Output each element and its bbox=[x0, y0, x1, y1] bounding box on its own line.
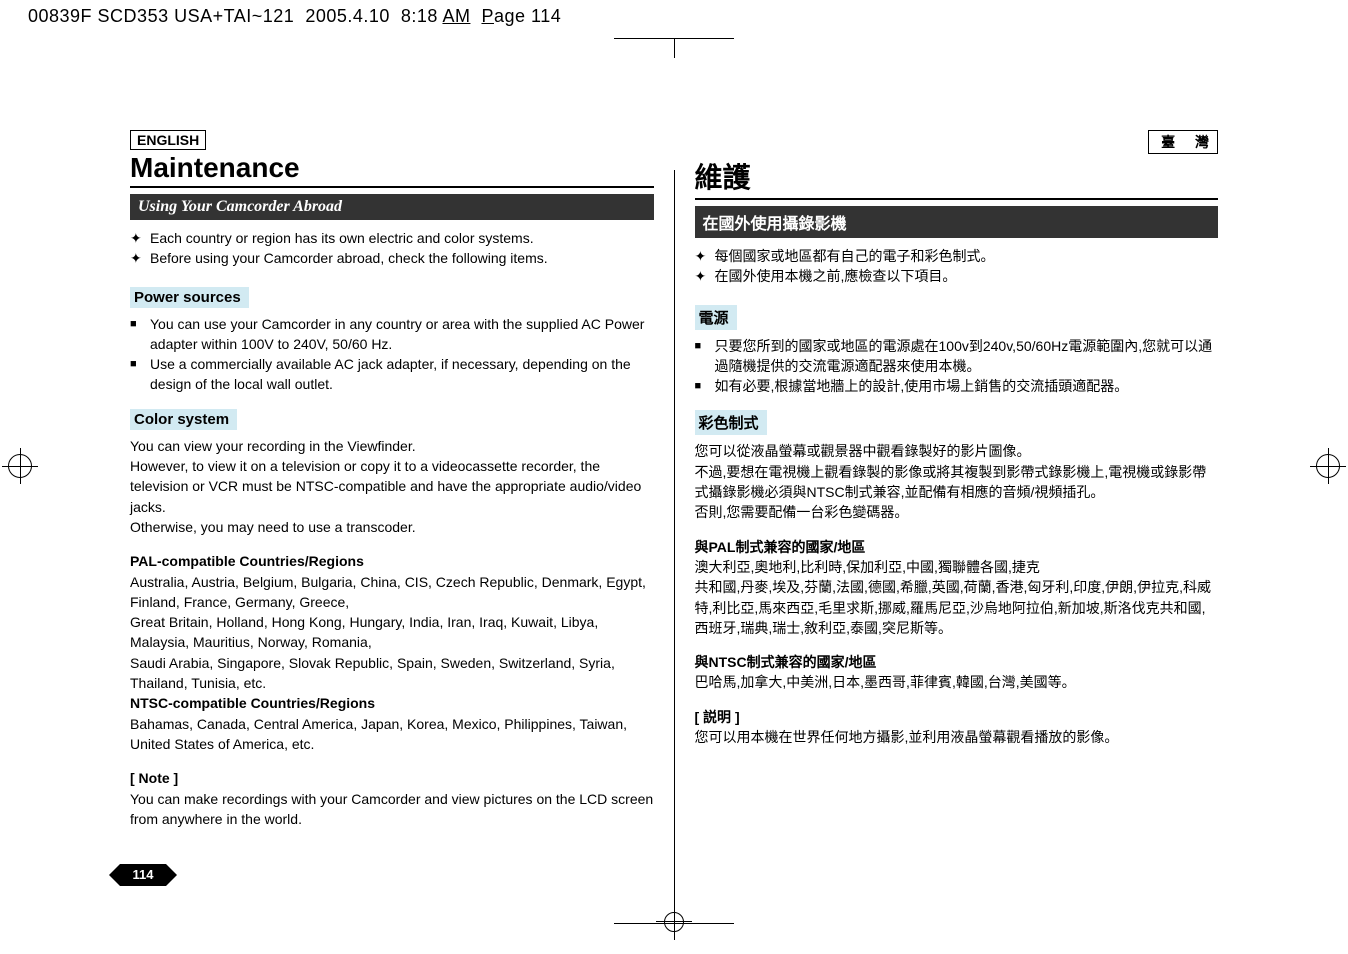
page: 00839F SCD353 USA+TAI~121 2005.4.10 8:18… bbox=[0, 0, 1348, 954]
subsection-title-chinese: 在國外使用攝錄影機 bbox=[695, 206, 1219, 238]
pal-block-chinese: 與PAL制式兼容的國家/地區 澳大利亞,奧地利,比利時,保加利亞,中國,獨聯體各… bbox=[695, 537, 1219, 638]
pal-heading-chinese: 與PAL制式兼容的國家/地區 bbox=[695, 537, 1219, 557]
note-heading-chinese: [ 説明 ] bbox=[695, 707, 1219, 727]
color-para-chinese: 您可以從液晶螢幕或觀景器中觀看錄製好的影片圖像。 不過,要想在電視機上觀看錄製的… bbox=[695, 441, 1219, 522]
power-item: 如有必要,根據當地牆上的設計,使用市場上銷售的交流插頭適配器。 bbox=[695, 376, 1219, 396]
column-chinese: 臺 灣 維護 在國外使用攝錄影機 每個國家或地區都有自己的電子和彩色制式。 在國… bbox=[675, 130, 1219, 904]
power-item: 只要您所到的國家或地區的電源處在100v到240v,50/60Hz電源範圍內,您… bbox=[695, 336, 1219, 377]
print-header: 00839F SCD353 USA+TAI~121 2005.4.10 8:18… bbox=[28, 6, 561, 27]
ntsc-heading-english: NTSC-compatible Countries/Regions bbox=[130, 693, 654, 713]
intro-item: Before using your Camcorder abroad, chec… bbox=[130, 248, 654, 268]
pal-heading-english: PAL-compatible Countries/Regions bbox=[130, 551, 654, 571]
page-number-badge: 114 bbox=[120, 864, 166, 886]
crop-mark-top bbox=[614, 28, 734, 68]
note-heading-english: [ Note ] bbox=[130, 768, 654, 788]
subsection-title-english: Using Your Camcorder Abroad bbox=[130, 194, 654, 220]
power-list-english: You can use your Camcorder in any countr… bbox=[130, 314, 654, 395]
intro-item: Each country or region has its own elect… bbox=[130, 228, 654, 248]
note-body-chinese: 您可以用本機在世界任何地方攝影,並利用液晶螢幕觀看播放的影像。 bbox=[695, 727, 1219, 747]
power-list-chinese: 只要您所到的國家或地區的電源處在100v到240v,50/60Hz電源範圍內,您… bbox=[695, 336, 1219, 397]
section-title-english: Maintenance bbox=[130, 152, 654, 188]
note-body-english: You can make recordings with your Camcor… bbox=[130, 789, 654, 830]
intro-item: 在國外使用本機之前,應檢查以下項目。 bbox=[695, 266, 1219, 286]
color-para-english: You can view your recording in the Viewf… bbox=[130, 436, 654, 537]
column-english: ENGLISH Maintenance Using Your Camcorder… bbox=[130, 130, 674, 904]
ntsc-body-chinese: 巴哈馬,加拿大,中美洲,日本,墨西哥,菲律賓,韓國,台灣,美國等。 bbox=[695, 672, 1219, 692]
power-heading-chinese: 電源 bbox=[695, 305, 737, 330]
content-area: ENGLISH Maintenance Using Your Camcorder… bbox=[130, 130, 1218, 904]
power-heading-english: Power sources bbox=[130, 287, 249, 308]
pal-body-chinese: 澳大利亞,奧地利,比利時,保加利亞,中國,獨聯體各國,捷克 共和國,丹麥,埃及,… bbox=[695, 557, 1219, 638]
pal-block-english: PAL-compatible Countries/Regions Austral… bbox=[130, 551, 654, 754]
note-block-english: [ Note ] You can make recordings with yo… bbox=[130, 768, 654, 829]
color-heading-english: Color system bbox=[130, 409, 237, 430]
intro-list-chinese: 每個國家或地區都有自己的電子和彩色制式。 在國外使用本機之前,應檢查以下項目。 bbox=[695, 246, 1219, 287]
power-item: Use a commercially available AC jack ada… bbox=[130, 354, 654, 395]
note-block-chinese: [ 説明 ] 您可以用本機在世界任何地方攝影,並利用液晶螢幕觀看播放的影像。 bbox=[695, 707, 1219, 748]
ntsc-body-english: Bahamas, Canada, Central America, Japan,… bbox=[130, 714, 654, 755]
color-heading-chinese: 彩色制式 bbox=[695, 410, 767, 435]
lang-tag-chinese: 臺 灣 bbox=[1148, 130, 1218, 154]
intro-item: 每個國家或地區都有自己的電子和彩色制式。 bbox=[695, 246, 1219, 266]
intro-list-english: Each country or region has its own elect… bbox=[130, 228, 654, 269]
pal-body-english: Australia, Austria, Belgium, Bulgaria, C… bbox=[130, 572, 654, 694]
lang-tag-english: ENGLISH bbox=[130, 130, 206, 150]
register-mark-right bbox=[1314, 452, 1342, 480]
ntsc-block-chinese: 與NTSC制式兼容的國家/地區 巴哈馬,加拿大,中美洲,日本,墨西哥,菲律賓,韓… bbox=[695, 652, 1219, 693]
register-mark-left bbox=[6, 452, 34, 480]
ntsc-heading-chinese: 與NTSC制式兼容的國家/地區 bbox=[695, 652, 1219, 672]
section-title-chinese: 維護 bbox=[695, 156, 1219, 200]
power-item: You can use your Camcorder in any countr… bbox=[130, 314, 654, 355]
